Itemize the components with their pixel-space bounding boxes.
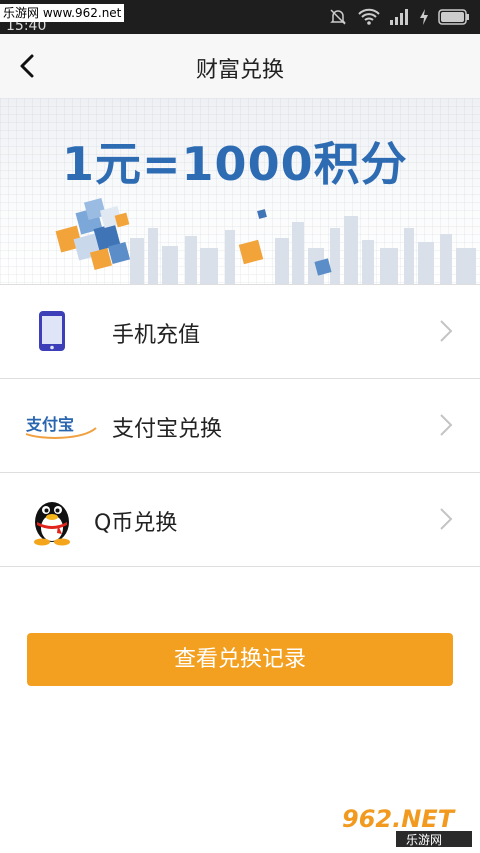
menu-item-label: 支付宝兑换 — [112, 417, 223, 442]
phone-icon — [22, 301, 82, 361]
nav-bar: 财富兑换 — [0, 34, 480, 99]
banner-headline: 1元=1000积分 — [62, 137, 408, 191]
exchange-menu: 手机充值 支付宝 支付宝兑换 Q币兑换 — [0, 284, 480, 567]
watermark-subtitle: 乐游网 — [406, 833, 442, 847]
watermark-brand: 962.NET — [342, 805, 456, 833]
alipay-icon: 支付宝 — [22, 395, 100, 455]
signal-icon — [390, 9, 408, 25]
menu-item-qcoin-exchange[interactable]: Q币兑换 — [0, 473, 480, 567]
chevron-right-icon — [440, 508, 453, 530]
battery-icon — [438, 9, 469, 25]
qq-penguin-icon — [22, 489, 82, 549]
wifi-icon — [358, 8, 380, 25]
status-icons — [328, 7, 470, 27]
menu-item-label: 手机充值 — [112, 323, 201, 348]
menu-item-phone-recharge[interactable]: 手机充值 — [0, 284, 480, 379]
page-title: 财富兑换 — [195, 58, 284, 83]
alipay-logo-text: 支付宝 — [25, 415, 74, 434]
menu-item-label: Q币兑换 — [94, 511, 178, 536]
view-exchange-records-button[interactable]: 查看兑换记录 — [27, 633, 453, 686]
menu-item-alipay-exchange[interactable]: 支付宝 支付宝兑换 — [0, 379, 480, 473]
mute-bell-icon — [330, 9, 346, 25]
watermark-bottom: 962.NET 乐游网 — [338, 803, 474, 849]
charging-icon — [420, 9, 428, 25]
chevron-right-icon — [440, 320, 453, 342]
chevron-right-icon — [440, 414, 453, 436]
promo-banner: 1元=1000积分 — [0, 98, 480, 284]
watermark-top: 乐游网 www.962.net — [0, 4, 125, 22]
